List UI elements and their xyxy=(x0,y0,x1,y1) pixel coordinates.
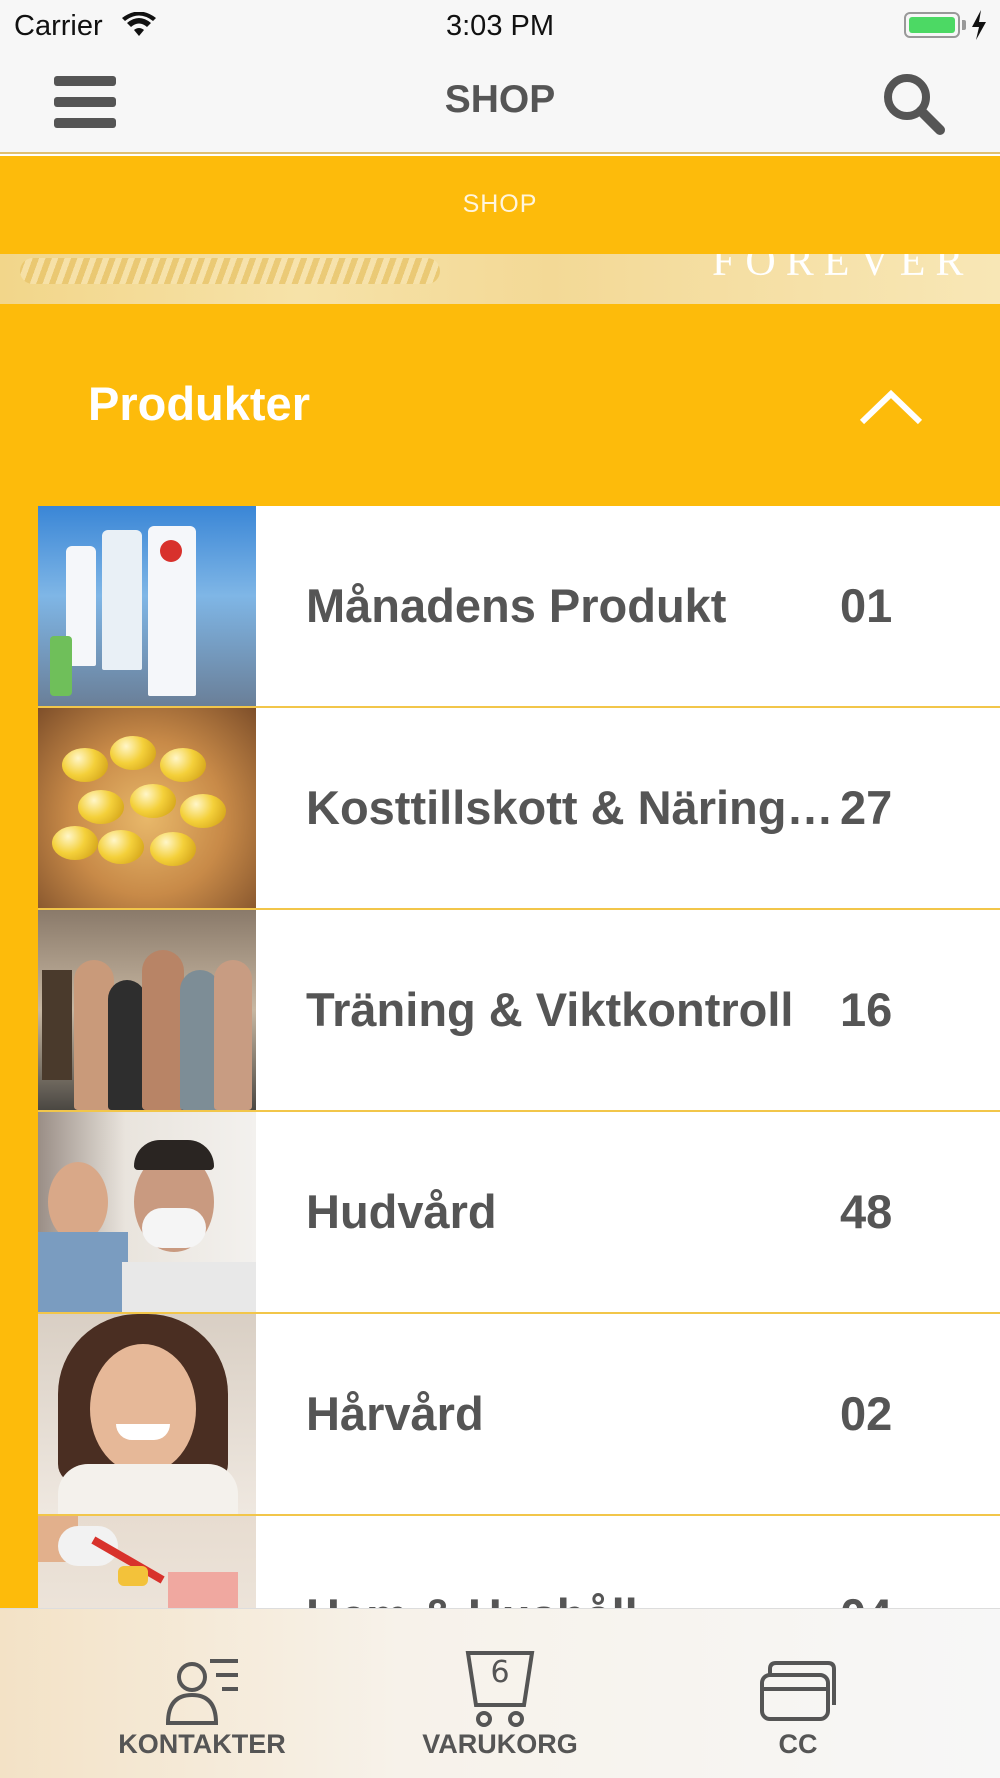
page-title: SHOP xyxy=(444,78,556,121)
category-count: 27 xyxy=(840,781,893,834)
tab-bar: KONTAKTER 6 VARUKORG CC xyxy=(0,1608,1000,1778)
shop-banner: FOREVER xyxy=(0,254,1000,304)
category-label: Hårvård xyxy=(306,1387,484,1440)
cart-badge: 6 xyxy=(490,1655,510,1690)
tab-varukorg[interactable]: 6 VARUKORG xyxy=(400,1609,600,1778)
tab-label: VARUKORG xyxy=(422,1729,578,1759)
tab-cc[interactable]: CC xyxy=(698,1609,898,1778)
category-thumbnail xyxy=(38,506,256,706)
status-bar: Carrier 3:03 PM xyxy=(0,0,1000,50)
products-section-header[interactable]: Produkter xyxy=(0,304,1000,506)
nav-bar: SHOP xyxy=(0,50,1000,154)
shop-subheader: SHOP xyxy=(0,156,1000,254)
chevron-up-icon[interactable] xyxy=(858,388,924,426)
category-row-manadens-produkt[interactable]: Månadens Produkt 01 xyxy=(38,506,1000,708)
category-count: 48 xyxy=(840,1185,893,1238)
brand-logo: FOREVER xyxy=(712,254,974,285)
category-label: Hudvård xyxy=(306,1185,497,1238)
category-row-harvard[interactable]: Hårvård 02 xyxy=(38,1314,1000,1516)
category-label: Träning & Viktkontroll xyxy=(306,983,794,1036)
subheader-title: SHOP xyxy=(462,190,538,218)
category-label: Hem & Hushåll xyxy=(306,1588,846,1608)
category-thumbnail xyxy=(38,1314,256,1514)
category-label: Kosttillskott & Näringsprodukter xyxy=(306,781,846,834)
category-thumbnail xyxy=(38,910,256,1110)
contacts-icon xyxy=(165,1659,238,1725)
status-time: 3:03 PM xyxy=(446,10,554,42)
category-row-hudvard[interactable]: Hudvård 48 xyxy=(38,1112,1000,1314)
tab-label: CC xyxy=(778,1729,818,1759)
category-thumbnail xyxy=(38,1516,256,1608)
category-thumbnail xyxy=(38,1112,256,1312)
category-row-kosttillskott[interactable]: Kosttillskott & Näringsprodukter 27 xyxy=(38,708,1000,910)
battery-cap xyxy=(962,20,966,30)
category-count: 02 xyxy=(840,1387,893,1440)
banner-decoration xyxy=(20,258,440,284)
category-list: Månadens Produkt 01 Kosttillskott & Näri… xyxy=(38,506,1000,1608)
tab-kontakter[interactable]: KONTAKTER xyxy=(102,1609,302,1778)
battery-icon xyxy=(904,12,960,38)
category-row-hem-hushall[interactable]: Hem & Hushåll 04 xyxy=(38,1516,1000,1608)
category-label: Månadens Produkt xyxy=(306,579,727,632)
category-count: 01 xyxy=(840,579,893,632)
category-thumbnail xyxy=(38,708,256,908)
cards-icon xyxy=(760,1661,836,1721)
category-count: 16 xyxy=(840,983,893,1036)
category-count: 04 xyxy=(840,1588,892,1608)
charging-icon xyxy=(972,10,986,40)
search-icon[interactable] xyxy=(880,70,946,136)
category-row-traning[interactable]: Träning & Viktkontroll 16 xyxy=(38,910,1000,1112)
section-title: Produkter xyxy=(88,377,310,430)
tab-label: KONTAKTER xyxy=(118,1729,286,1759)
